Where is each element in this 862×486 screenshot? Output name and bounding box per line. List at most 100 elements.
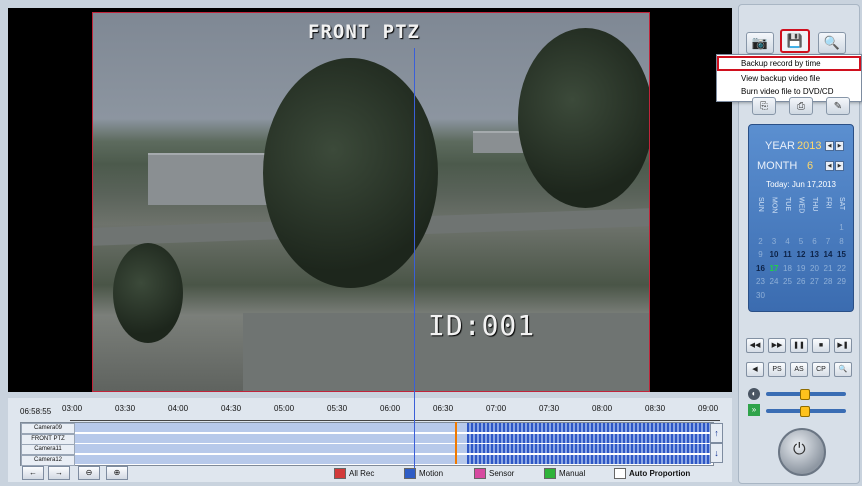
calendar-day[interactable]: 22 [835,264,848,273]
zoom-in-button[interactable]: ⊕ [106,466,128,480]
playback-button[interactable]: ▶▶ [768,338,786,353]
calendar-day[interactable]: 1 [835,223,848,232]
edit-icon: ✎ [833,100,843,112]
legend-item: All Rec [334,468,374,479]
calendar-day[interactable]: 27 [808,277,821,286]
calendar-day[interactable]: 23 [754,277,767,286]
playback-button[interactable]: PS [768,362,786,377]
print-button[interactable]: ⎙ [789,97,813,115]
month-label: MONTH [757,160,798,172]
calendar-day[interactable]: 29 [835,277,848,286]
playback-button[interactable]: AS [790,362,808,377]
exit-button[interactable]: ⏻ [778,428,826,476]
menu-item-backup-by-time[interactable]: Backup record by time [717,56,861,71]
calendar-day[interactable]: 17 [768,264,781,273]
time-tick-label: 06:00 [380,404,401,413]
calendar-day[interactable]: 24 [768,277,781,286]
calendar-day[interactable]: 18 [781,264,794,273]
backup-button[interactable]: 💾 [780,29,810,53]
playback-button[interactable]: CP [812,362,830,377]
legend-label: Auto Proportion [629,469,691,478]
channel-label[interactable]: FRONT PTZ [21,433,75,445]
playback-button[interactable]: ◀◀ [746,338,764,353]
menu-item-view-backup[interactable]: View backup video file [717,72,861,85]
zoom-out-button[interactable]: ⊖ [78,466,100,480]
time-tick-label: 09:00 [698,404,719,413]
print-icon: ⎙ [797,100,805,112]
calendar-day[interactable]: 28 [822,277,835,286]
tree-right [518,28,649,208]
camera-icon: 📷 [751,35,769,50]
year-next-button[interactable]: ▶ [835,141,844,151]
calendar-day[interactable]: 9 [754,250,767,259]
year-prev-button[interactable]: ◀ [825,141,834,151]
playback-button[interactable]: ▶❚ [834,338,852,353]
year-value: 2013 [797,140,822,152]
calendar-day[interactable]: 14 [822,250,835,259]
month-prev-button[interactable]: ◀ [825,161,834,171]
playback-button[interactable]: ◀ [746,362,764,377]
channel-lane[interactable] [75,423,711,432]
playhead[interactable] [455,422,457,464]
snapshot-button[interactable]: 📷 [746,32,774,54]
calendar-day[interactable]: 11 [781,250,794,259]
camera-id-overlay: ID:001 [428,309,536,342]
calendar-day[interactable]: 19 [795,264,808,273]
scroll-up-button[interactable]: ↑ [710,423,723,443]
calendar-day[interactable]: 16 [754,264,767,273]
time-tick-label: 08:30 [645,404,666,413]
calendar-day[interactable]: 5 [795,237,808,246]
timeline-prev-button[interactable]: ← [22,466,44,480]
calendar-day[interactable]: 12 [795,250,808,259]
playback-button[interactable]: ❚❚ [790,338,808,353]
time-readout: 06:58:55 [20,407,52,416]
calendar-day[interactable]: 13 [808,250,821,259]
export-button[interactable]: ⎘ [752,97,776,115]
calendar-day[interactable]: 25 [781,277,794,286]
legend-swatch [334,468,346,479]
calendar-day[interactable]: 30 [754,291,767,300]
volume-slider[interactable] [766,389,846,400]
calendar-day[interactable]: 4 [781,237,794,246]
export-icon: ⎘ [760,100,768,112]
time-tick-label: 06:30 [433,404,454,413]
speaker-icon: ◐ [748,388,760,400]
calendar-day[interactable]: 10 [768,250,781,259]
backup-menu: Backup record by time View backup video … [716,54,862,102]
channel-lane[interactable] [75,454,711,464]
calendar-day[interactable]: 8 [835,237,848,246]
channel-label[interactable]: Camera12 [21,454,75,466]
motion-record-segment [467,423,711,432]
channel-label[interactable]: Camera09 [21,423,75,434]
legend-item[interactable]: Auto Proportion [614,468,690,479]
search-button[interactable]: 🔍 [818,32,846,54]
calendar-day[interactable]: 26 [795,277,808,286]
weekday-header: WED [797,197,805,214]
camera-feed[interactable]: FRONT PTZ ID:001 [92,12,650,392]
calendar-day[interactable]: 20 [808,264,821,273]
volume-knob[interactable] [800,389,810,400]
calendar-day[interactable]: 7 [822,237,835,246]
time-tick-label: 07:00 [486,404,507,413]
magnifier-icon: 🔍 [823,35,841,50]
channel-lane[interactable] [75,444,711,453]
speed-knob[interactable] [800,406,810,417]
calendar-day[interactable]: 3 [768,237,781,246]
channel-lane[interactable] [75,433,711,443]
edit-button[interactable]: ✎ [826,97,850,115]
channel-label[interactable]: Camera11 [21,444,75,455]
legend-label: Manual [559,469,586,478]
calendar-day[interactable]: 21 [822,264,835,273]
calendar-day[interactable]: 15 [835,250,848,259]
speed-slider[interactable] [766,406,846,417]
calendar-day[interactable]: 6 [808,237,821,246]
month-next-button[interactable]: ▶ [835,161,844,171]
record-tracks[interactable]: Camera09 FRONT PTZ Camera11 Camera12 [20,422,714,466]
scroll-down-button[interactable]: ↓ [710,443,723,463]
legend-item: Manual [544,468,585,479]
time-ruler[interactable] [70,416,720,421]
calendar-day[interactable]: 2 [754,237,767,246]
playback-button[interactable]: ■ [812,338,830,353]
timeline-next-button[interactable]: → [48,466,70,480]
playback-button[interactable]: 🔍 [834,362,852,377]
